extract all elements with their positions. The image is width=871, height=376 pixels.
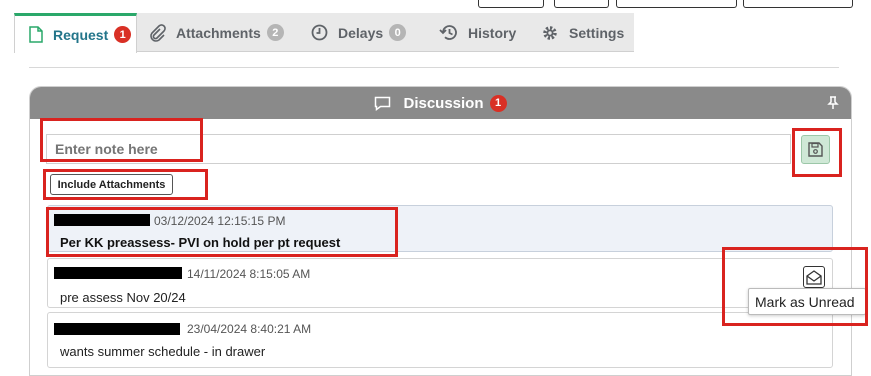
entry-message: Per KK preassess- PVI on hold per pt req…	[60, 235, 341, 250]
tab-settings[interactable]: Settings	[541, 13, 624, 52]
chat-icon	[374, 96, 391, 111]
tab-request-badge: 1	[114, 26, 132, 43]
gear-icon	[541, 24, 559, 42]
entry-timestamp: 14/11/2024 8:15:05 AM	[187, 267, 311, 281]
tab-history-label: History	[468, 24, 517, 41]
divider	[29, 67, 839, 68]
clock-icon	[311, 24, 328, 41]
tab-request-label: Request	[53, 26, 109, 43]
entry-timestamp: 23/04/2024 8:40:21 AM	[187, 322, 312, 336]
tab-delays-badge: 0	[389, 24, 407, 41]
paperclip-icon	[148, 23, 166, 42]
entry-timestamp: 03/12/2024 12:15:15 PM	[154, 214, 286, 228]
entry-message: pre assess Nov 20/24	[60, 290, 186, 305]
include-attachments-button[interactable]: Include Attachments	[50, 174, 173, 195]
tab-history[interactable]: History	[439, 13, 516, 52]
save-icon	[808, 142, 823, 157]
tab-attachments[interactable]: Attachments 2	[148, 13, 284, 52]
toolbar-button-4[interactable]	[743, 0, 853, 8]
tab-request[interactable]: Request 1	[14, 13, 137, 53]
discussion-badge: 1	[489, 94, 507, 112]
redacted-author	[54, 323, 180, 335]
document-icon	[29, 26, 43, 43]
tab-attachments-badge: 2	[266, 24, 284, 41]
discussion-entry: 23/04/2024 8:40:21 AM wants summer sched…	[47, 312, 833, 368]
note-input[interactable]	[46, 134, 791, 164]
pin-icon[interactable]	[827, 96, 839, 110]
tab-bar: Request 1 Attachments 2 Delays 0 History…	[14, 13, 634, 53]
discussion-header: Discussion 1	[30, 87, 851, 119]
toolbar-button-1[interactable]	[478, 0, 544, 8]
discussion-entry: 14/11/2024 8:15:05 AM pre assess Nov 20/…	[47, 258, 833, 308]
redacted-author	[54, 214, 150, 226]
tab-settings-label: Settings	[569, 24, 625, 41]
entry-message: wants summer schedule - in drawer	[60, 344, 266, 359]
save-note-button[interactable]	[801, 135, 830, 164]
toolbar-button-2[interactable]	[554, 0, 609, 8]
redacted-author	[54, 267, 182, 279]
tab-delays-label: Delays	[338, 24, 384, 41]
toolbar-button-3[interactable]	[616, 0, 737, 8]
discussion-title: Discussion	[403, 94, 484, 112]
history-icon	[439, 24, 458, 41]
tab-delays[interactable]: Delays 0	[311, 13, 407, 52]
mark-unread-tooltip: Mark as Unread	[748, 288, 866, 315]
tab-attachments-label: Attachments	[176, 24, 261, 41]
open-envelope-icon	[806, 269, 822, 285]
discussion-entry: 03/12/2024 12:15:15 PM Per KK preassess-…	[47, 205, 833, 252]
mark-unread-button[interactable]	[803, 266, 825, 288]
